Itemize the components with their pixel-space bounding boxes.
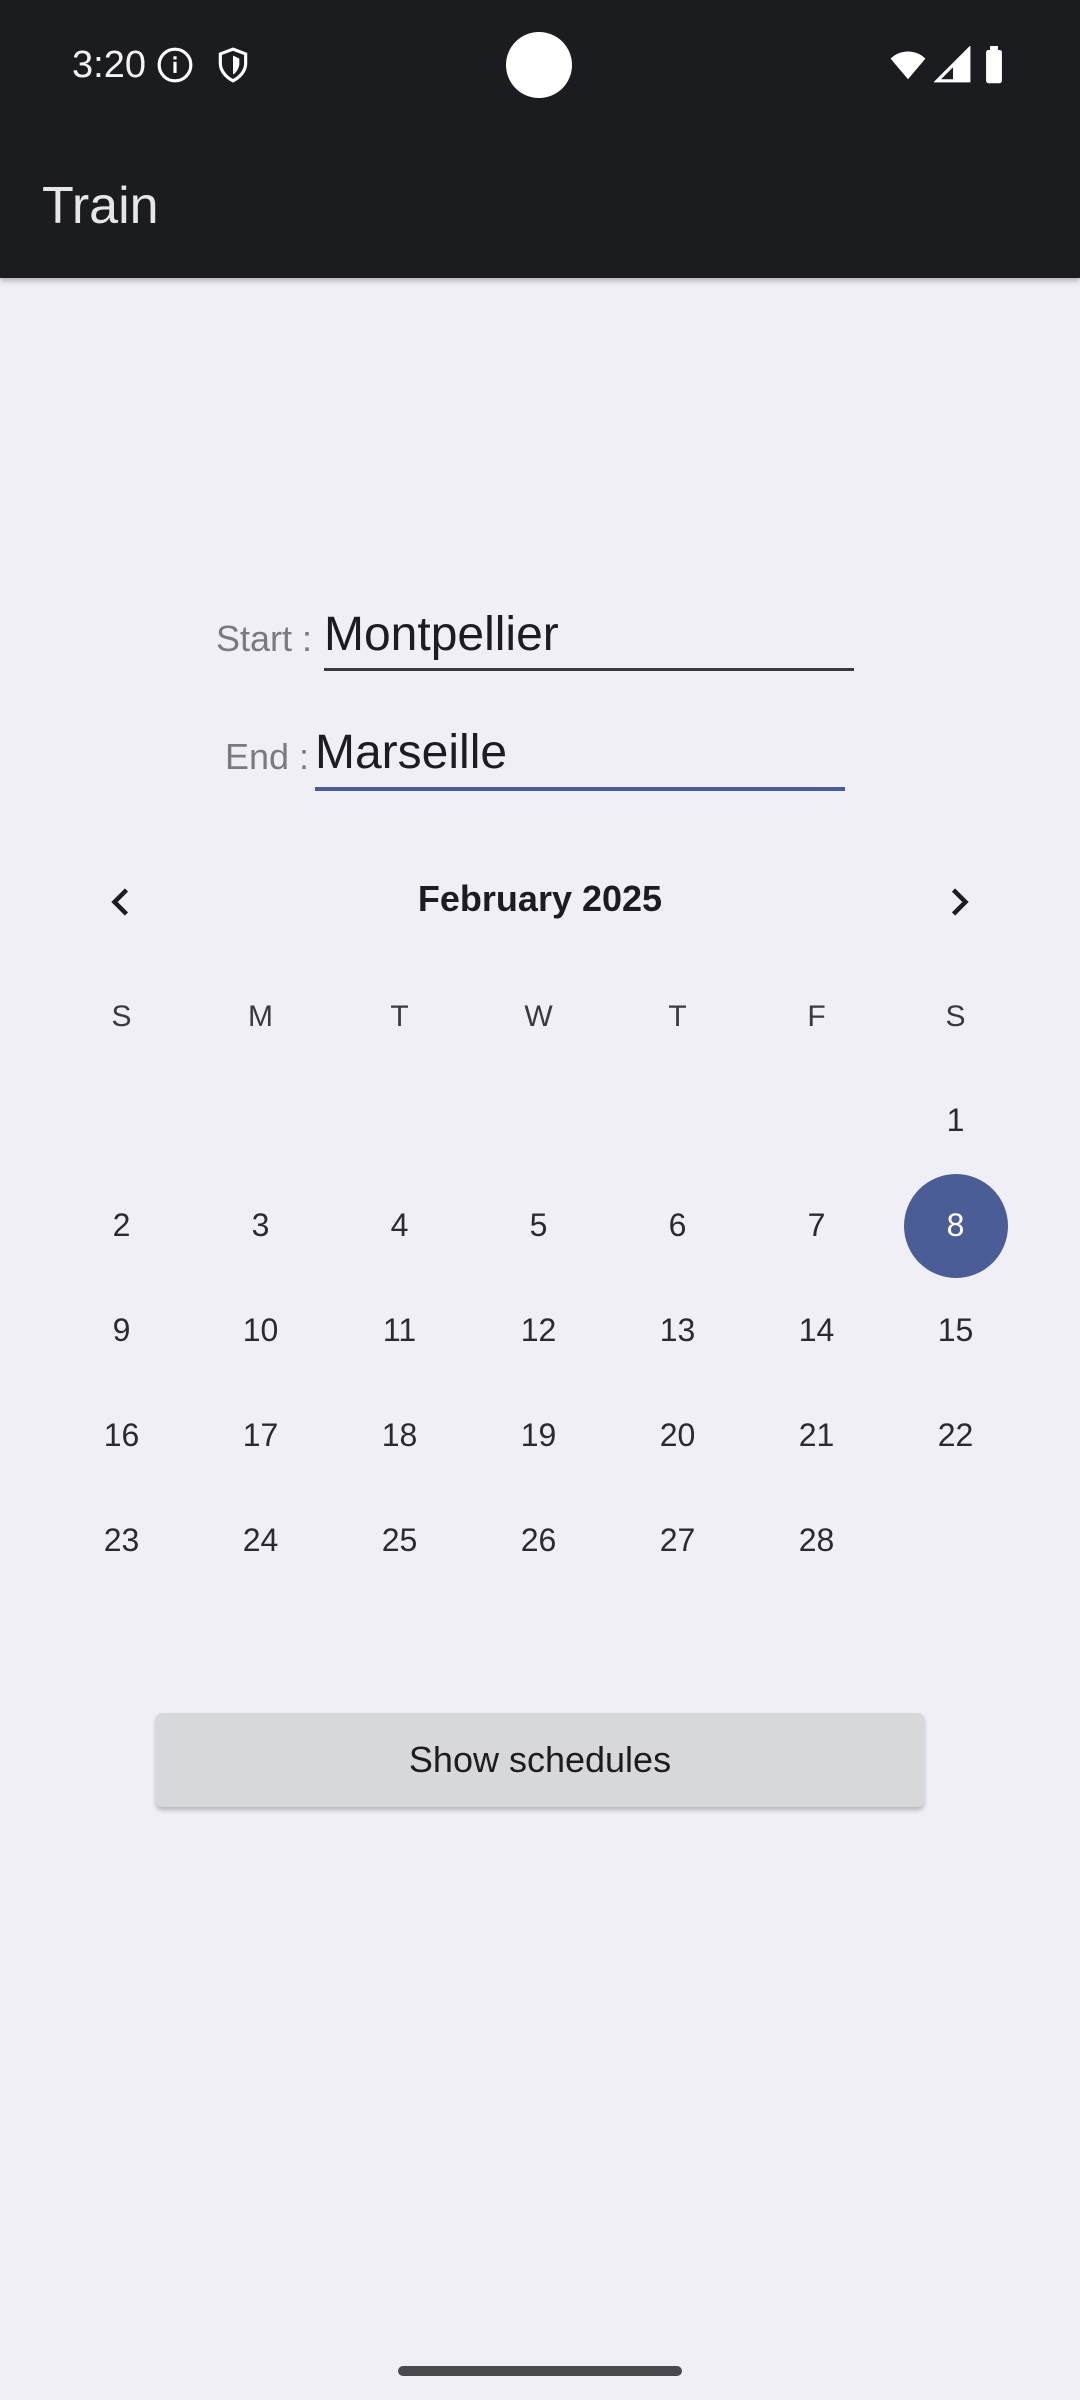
day-number: 24	[242, 1522, 279, 1558]
weekday-label: T	[668, 1000, 687, 1033]
calendar-day[interactable]: 26	[469, 1488, 608, 1593]
info-icon	[156, 46, 194, 89]
day-number: 11	[382, 1312, 417, 1348]
wifi-icon	[888, 46, 928, 89]
day-number: 5	[529, 1207, 548, 1243]
calendar-day[interactable]: 11	[330, 1278, 469, 1383]
day-number: 4	[390, 1207, 409, 1243]
weekday-label: W	[524, 1000, 553, 1033]
calendar-day[interactable]: 27	[608, 1488, 747, 1593]
day-number: 12	[520, 1312, 557, 1348]
day-number: 26	[520, 1522, 557, 1558]
weekday-label: T	[390, 1000, 409, 1033]
calendar-day[interactable]: 3	[191, 1173, 330, 1278]
weekday-label: S	[945, 1000, 966, 1033]
calendar-day[interactable]: 1	[886, 1068, 1025, 1173]
calendar-day[interactable]: 7	[747, 1173, 886, 1278]
calendar-day[interactable]: 4	[330, 1173, 469, 1278]
chevron-right-icon	[951, 888, 969, 916]
calendar-day[interactable]: 17	[191, 1383, 330, 1488]
day-number: 16	[103, 1417, 140, 1453]
day-number: 1	[946, 1102, 965, 1138]
day-number: 20	[659, 1417, 696, 1453]
signal-icon	[933, 45, 972, 89]
start-input-underline	[324, 668, 854, 671]
day-number: 27	[659, 1522, 696, 1558]
day-number: 13	[659, 1312, 696, 1348]
start-label: Start :	[216, 618, 313, 659]
weekday-label: F	[807, 1000, 826, 1033]
day-number: 15	[937, 1312, 974, 1348]
day-number: 21	[798, 1417, 835, 1453]
day-number: 7	[807, 1207, 826, 1243]
calendar-day[interactable]: 2	[52, 1173, 191, 1278]
day-number: 14	[798, 1312, 835, 1348]
home-indicator[interactable]	[398, 2366, 682, 2376]
day-number: 25	[381, 1522, 418, 1558]
app-bar: Train	[0, 130, 1080, 278]
calendar-day[interactable]: 8	[886, 1173, 1025, 1278]
battery-icon	[982, 46, 1006, 89]
calendar-header: February 2025	[0, 870, 1080, 930]
app-title: Train	[42, 177, 159, 235]
calendar-day[interactable]: 23	[52, 1488, 191, 1593]
calendar-day[interactable]: 6	[608, 1173, 747, 1278]
calendar-day[interactable]: 22	[886, 1383, 1025, 1488]
calendar-day[interactable]: 14	[747, 1278, 886, 1383]
day-number: 2	[112, 1207, 131, 1243]
day-number: 6	[668, 1207, 687, 1243]
start-input[interactable]	[324, 604, 854, 664]
selected-day: 8	[903, 1173, 1008, 1278]
shield-icon	[214, 46, 252, 89]
calendar-day[interactable]: 15	[886, 1278, 1025, 1383]
calendar-day[interactable]: 18	[330, 1383, 469, 1488]
weekday-label: S	[111, 1000, 132, 1033]
camera-cutout	[506, 32, 572, 98]
status-time: 3:20	[72, 44, 146, 86]
calendar-day[interactable]: 19	[469, 1383, 608, 1488]
calendar-day[interactable]: 9	[52, 1278, 191, 1383]
status-bar: 3:20	[0, 0, 1080, 130]
calendar-day[interactable]: 21	[747, 1383, 886, 1488]
day-number: 3	[251, 1207, 270, 1243]
day-number: 22	[937, 1417, 974, 1453]
calendar-day[interactable]: 5	[469, 1173, 608, 1278]
day-number: 10	[242, 1312, 279, 1348]
calendar-day[interactable]: 25	[330, 1488, 469, 1593]
day-number: 17	[242, 1417, 279, 1453]
calendar-day[interactable]: 13	[608, 1278, 747, 1383]
day-number: 23	[103, 1522, 140, 1558]
day-number: 19	[520, 1417, 557, 1453]
calendar-day[interactable]: 20	[608, 1383, 747, 1488]
calendar-day[interactable]: 12	[469, 1278, 608, 1383]
calendar-day[interactable]: 16	[52, 1383, 191, 1488]
day-number: 28	[798, 1522, 835, 1558]
calendar-day[interactable]: 10	[191, 1278, 330, 1383]
month-title: February 2025	[417, 878, 663, 919]
end-label: End :	[225, 736, 310, 777]
calendar-day[interactable]: 24	[191, 1488, 330, 1593]
weekday-label: M	[248, 1000, 273, 1033]
show-schedules-button[interactable]: Show schedules	[156, 1713, 924, 1807]
end-input-underline	[315, 787, 845, 791]
end-input[interactable]	[315, 722, 845, 782]
calendar-day[interactable]: 28	[747, 1488, 886, 1593]
day-number: 9	[112, 1312, 131, 1348]
day-number: 18	[381, 1417, 418, 1453]
next-month-button[interactable]	[926, 870, 990, 934]
